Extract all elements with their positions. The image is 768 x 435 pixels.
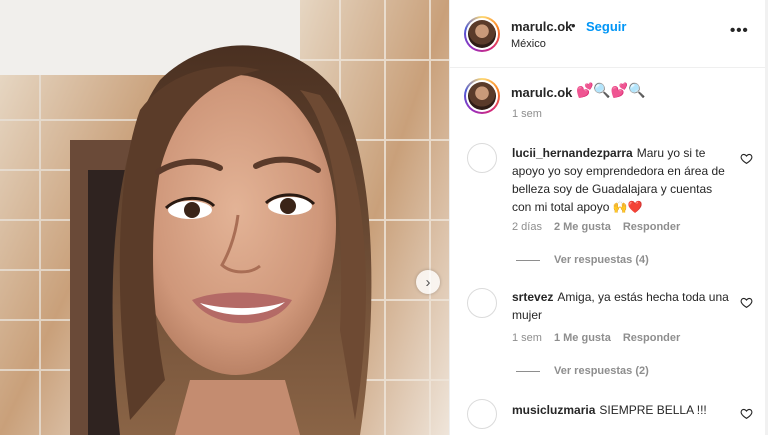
comment-username[interactable]: srtevez: [512, 290, 553, 304]
commenter-avatar[interactable]: [467, 288, 497, 318]
post-photo[interactable]: ›: [0, 0, 449, 435]
chevron-right-icon: ›: [425, 273, 431, 291]
heart-icon[interactable]: [740, 296, 753, 309]
view-replies-button[interactable]: Ver respuestas (4): [516, 254, 649, 266]
carousel-next-button[interactable]: ›: [416, 270, 440, 294]
view-replies-button[interactable]: Ver respuestas (2): [516, 365, 649, 377]
reply-button[interactable]: Responder: [623, 332, 680, 344]
comment-likes[interactable]: 2 Me gusta: [554, 221, 611, 233]
comment-likes[interactable]: 1 Me gusta: [554, 332, 611, 344]
caption-username[interactable]: marulc.ok: [511, 85, 572, 100]
comment-meta: 1 sem 1 Me gusta Responder: [512, 332, 692, 344]
author-username[interactable]: marulc.ok: [511, 19, 572, 34]
comment-time[interactable]: 1 sem: [512, 332, 542, 344]
author-avatar[interactable]: [464, 16, 500, 52]
commenter-avatar[interactable]: [467, 143, 497, 173]
caption-timestamp[interactable]: 1 sem: [512, 108, 542, 120]
more-horizontal-icon[interactable]: •••: [730, 22, 749, 39]
comment-text: lucii_hernandezparra Maru yo si te apoyo …: [512, 144, 734, 216]
comment-text: musicluzmaria SIEMPRE BELLA !!!: [512, 401, 734, 419]
selfie-image: [0, 0, 449, 435]
heart-icon[interactable]: [740, 152, 753, 165]
instagram-post: › marulc.ok • Seguir México ••• marulc.o…: [0, 0, 768, 435]
caption-avatar[interactable]: [464, 78, 500, 114]
post-location[interactable]: México: [511, 38, 546, 50]
post-header: marulc.ok • Seguir México •••: [450, 0, 768, 68]
divider-line: [516, 259, 540, 261]
comment-content: SIEMPRE BELLA !!!: [599, 403, 707, 417]
divider-line: [516, 370, 540, 372]
commenter-avatar[interactable]: [467, 399, 497, 429]
reply-button[interactable]: Responder: [623, 221, 680, 233]
comment-username[interactable]: musicluzmaria: [512, 403, 595, 417]
comment-meta: 2 días 2 Me gusta Responder: [512, 221, 692, 233]
follow-button[interactable]: Seguir: [586, 19, 626, 34]
post-side-panel: marulc.ok • Seguir México ••• marulc.ok …: [449, 0, 768, 435]
heart-icon[interactable]: [740, 407, 753, 420]
comment-text: srtevez Amiga, ya estás hecha toda una mu…: [512, 288, 734, 324]
comment-username[interactable]: lucii_hernandezparra: [512, 146, 633, 160]
comment-time[interactable]: 2 días: [512, 221, 542, 233]
view-replies-label: Ver respuestas (2): [554, 365, 649, 377]
view-replies-label: Ver respuestas (4): [554, 254, 649, 266]
caption-text: 💕🔍💕🔍: [576, 82, 646, 98]
separator-dot: •: [571, 18, 576, 33]
